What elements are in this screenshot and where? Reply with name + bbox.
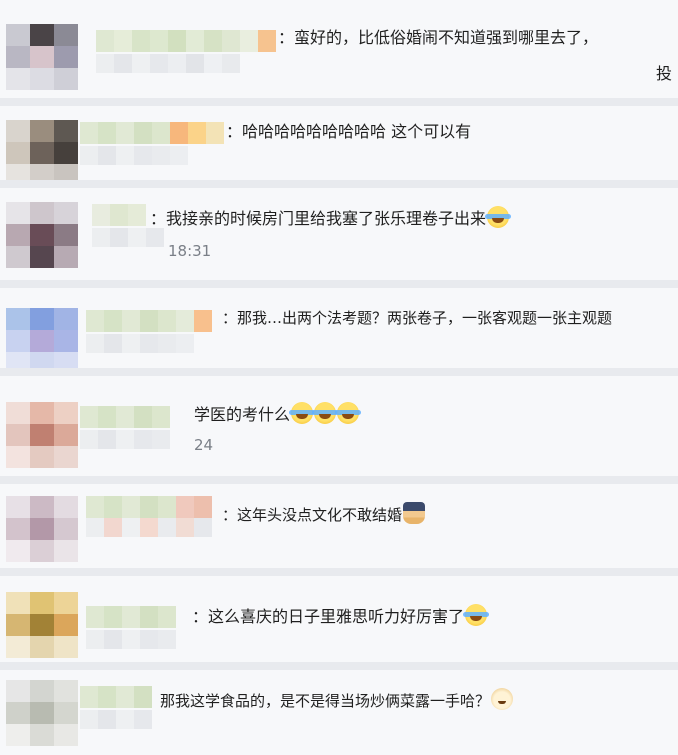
avatar[interactable] [6,402,78,468]
tears-of-joy-icon [312,402,339,424]
meta-blurred [86,334,216,372]
tears-of-joy-icon [463,604,490,626]
comment-text: 那我这学食品的，是不是得当场炒俩菜露一手哈？ [160,688,514,713]
comment-item: 那我这学食品的，是不是得当场炒俩菜露一手哈？ [0,670,678,755]
username-blurred[interactable] [86,496,212,518]
username-blurred[interactable] [80,686,152,708]
divider [0,662,678,670]
comment-feed: ：蛮好的，比低俗婚闹不知道强到哪里去了， 投 ：哈哈哈哈哈哈哈哈哈 这个可以有 [0,0,678,755]
meta-blurred [80,146,230,184]
comment-text-overflow: 投 [656,64,673,83]
comment-text: ：我接亲的时候房门里给我塞了张乐理卷子出来 [150,206,512,231]
avatar[interactable] [6,308,78,374]
comment-item: 学医的考什么 24 [0,376,678,476]
comment-text: ：蛮好的，比低俗婚闹不知道强到哪里去了， [278,28,599,47]
divider [0,98,678,106]
comment-item: ：哈哈哈哈哈哈哈哈哈 这个可以有 [0,106,678,186]
comment-item: ：这年头没点文化不敢结婚 [0,484,678,568]
divider [0,476,678,484]
username-blurred[interactable] [96,30,276,52]
comment-text: 学医的考什么 [194,402,362,427]
doge-icon [491,688,514,710]
username-blurred[interactable] [86,606,176,628]
username-blurred[interactable] [86,310,212,332]
avatar[interactable] [6,496,78,562]
divider [0,368,678,376]
meta-blurred [80,710,170,748]
person-icon [403,502,426,524]
comment-item: ：蛮好的，比低俗婚闹不知道强到哪里去了， 投 [0,0,678,98]
username-blurred[interactable] [92,204,146,226]
divider [0,280,678,288]
avatar[interactable] [6,592,78,658]
timestamp: 24 [194,436,214,454]
comment-text: ：那我…出两个法考题？两张卷子，一张客观题一张主观题 [222,309,613,327]
timestamp: 18:31 [168,242,212,260]
comment-text: ：这年头没点文化不敢结婚 [222,502,426,527]
comment-item: ：我接亲的时候房门里给我塞了张乐理卷子出来 18:31 [0,188,678,280]
avatar[interactable] [6,24,78,90]
meta-blurred [92,228,172,266]
avatar[interactable] [6,202,78,268]
avatar[interactable] [6,120,78,186]
comment-item: ：这么喜庆的日子里雅思听力好厉害了 [0,576,678,662]
comment-text: ：这么喜庆的日子里雅思听力好厉害了 [192,604,490,629]
meta-blurred [86,518,226,556]
username-blurred[interactable] [80,122,224,144]
username-blurred[interactable] [80,406,170,428]
meta-blurred [96,54,246,92]
avatar[interactable] [6,680,78,746]
tears-of-joy-icon [289,402,316,424]
divider [0,568,678,576]
comment-item: ：那我…出两个法考题？两张卷子，一张客观题一张主观题 [0,288,678,374]
grinning-squinting-tears-icon [485,206,512,228]
divider [0,180,678,188]
meta-blurred [80,430,190,468]
tears-of-joy-icon [335,402,362,424]
comment-text: ：哈哈哈哈哈哈哈哈哈 这个可以有 [226,122,472,141]
